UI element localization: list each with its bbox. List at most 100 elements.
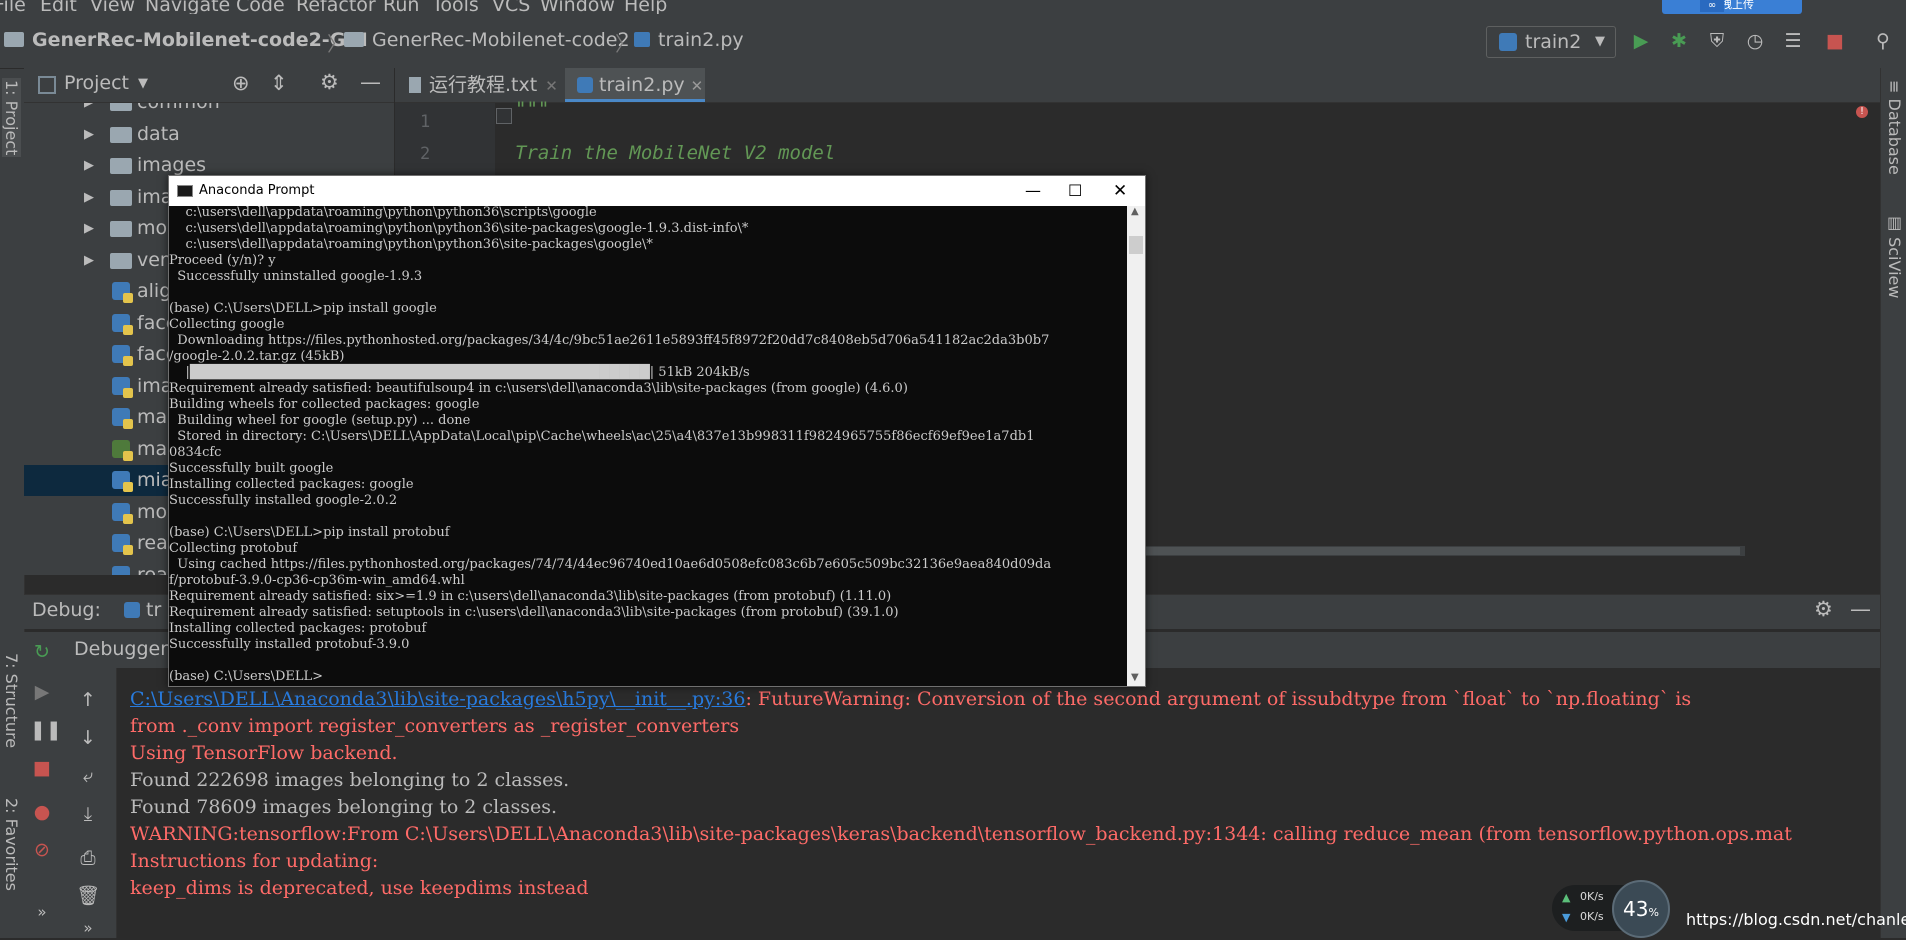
project-panel-title[interactable]: Project [64, 72, 129, 94]
more-icon[interactable]: » [76, 916, 100, 940]
scrollbar-thumb[interactable] [1129, 236, 1143, 254]
tree-item-label: common [137, 103, 220, 118]
console-file-link[interactable]: C:\Users\DELL\Anaconda3\lib\site-package… [130, 688, 745, 710]
minimize-icon[interactable]: — [1025, 176, 1041, 206]
menu-run[interactable]: Run [383, 0, 419, 14]
folder-icon [110, 103, 132, 111]
tree-item-label: data [137, 122, 180, 145]
error-icon[interactable]: ! [1856, 106, 1868, 118]
breakpoints-icon[interactable]: ● [30, 800, 54, 824]
stop-icon[interactable]: ■ [30, 756, 54, 780]
resume-icon[interactable]: ▶ [30, 680, 54, 704]
coverage-icon[interactable]: ⛨ [1706, 30, 1728, 52]
sciview-tool-tab[interactable]: ▥ SciView [1885, 213, 1904, 298]
locate-icon[interactable]: ⊕ [232, 71, 250, 95]
tab-label: train2.py [599, 74, 685, 96]
right-tool-strip: ≡ Database ▥ SciView [1880, 68, 1906, 938]
scroll-down-icon[interactable]: ↓ [76, 726, 100, 750]
sciview-icon: ▥ [1885, 213, 1904, 238]
mute-breakpoints-icon[interactable]: ⊘ [30, 838, 54, 862]
close-icon[interactable]: ✕ [1113, 176, 1127, 206]
percent-unit: % [1648, 906, 1659, 919]
concurrency-icon[interactable]: ☰ [1782, 30, 1804, 52]
search-icon[interactable]: ⚲ [1872, 30, 1894, 52]
console-line: Using TensorFlow backend. [130, 742, 398, 764]
upload-badge[interactable]: 拖拽上传 [1662, 0, 1802, 14]
rerun-icon[interactable]: ↻ [30, 640, 54, 664]
expand-arrow-icon[interactable]: ▶ [84, 150, 94, 181]
close-icon[interactable]: ✕ [545, 77, 558, 95]
soft-wrap-icon[interactable]: ⤶ [76, 764, 100, 788]
favorites-tool-tab[interactable]: 2: Favorites [2, 798, 21, 891]
expand-arrow-icon[interactable]: ▶ [84, 119, 94, 150]
menu-vcs[interactable]: VCS [492, 0, 530, 14]
debug-icon[interactable]: ✱ [1668, 30, 1690, 52]
scroll-end-icon[interactable]: ⤓ [76, 802, 100, 826]
editor-tabs: 运行教程.txt ✕ train2.py ✕ [395, 68, 1880, 103]
hide-icon[interactable]: — [1850, 597, 1871, 621]
close-icon[interactable]: ✕ [691, 77, 704, 95]
console-line: from ._conv import register_converters a… [130, 715, 740, 737]
scroll-up-arrow-icon[interactable]: ▲ [1131, 206, 1139, 217]
python-icon [1499, 33, 1517, 51]
breadcrumb-project[interactable]: GenerRec-Mobilenet-code2-GUI [4, 29, 368, 51]
pause-icon[interactable]: ❚❚ [30, 718, 62, 742]
menu-navigate[interactable]: Navigate [145, 0, 230, 14]
project-tool-tab[interactable]: 1: Project [2, 78, 21, 158]
menu-view[interactable]: View [90, 0, 135, 14]
line-number: 1 [420, 112, 431, 132]
menu-file[interactable]: File [0, 0, 26, 14]
maximize-icon[interactable]: ☐ [1068, 176, 1082, 206]
debug-config-tab[interactable]: tr [124, 599, 161, 621]
tree-item[interactable]: ▶ common [24, 103, 394, 118]
tab-tutorial-txt[interactable]: 运行教程.txt ✕ [405, 68, 563, 102]
trash-icon[interactable]: 🗑 [76, 884, 100, 908]
prompt-scrollbar[interactable]: ▲ ▼ [1127, 206, 1145, 686]
prompt-line: c:\users\dell\appdata\roaming\python\pyt… [169, 237, 653, 252]
more-icon[interactable]: » [30, 900, 54, 924]
profile-icon[interactable]: ◷ [1744, 30, 1766, 52]
console-line: C:\Users\DELL\Anaconda3\lib\site-package… [130, 688, 1691, 710]
prompt-line: Stored in directory: C:\Users\DELL\AppDa… [169, 429, 1035, 444]
prompt-console[interactable]: c:\users\dell\appdata\roaming\python\pyt… [169, 206, 1127, 686]
expand-arrow-icon[interactable]: ▶ [84, 213, 94, 244]
tab-train2-py[interactable]: train2.py ✕ [565, 68, 705, 102]
menu-code[interactable]: Code [236, 0, 285, 14]
breadcrumb-folder[interactable]: GenerRec-Mobilenet-code2 [344, 29, 630, 51]
gear-icon[interactable]: ⚙ [320, 70, 339, 94]
run-icon[interactable]: ▶ [1630, 30, 1652, 52]
expand-arrow-icon[interactable]: ▶ [84, 182, 94, 213]
python-file-icon [112, 502, 133, 524]
run-config-select[interactable]: train2 ▼ [1486, 26, 1616, 58]
menu-tools[interactable]: Tools [432, 0, 479, 14]
database-tool-label: Database [1885, 98, 1904, 175]
navigation-bar: GenerRec-Mobilenet-code2-GUI 〉 GenerRec-… [0, 14, 1906, 69]
expand-arrow-icon[interactable]: ▶ [84, 103, 94, 118]
console-line: Instructions for updating: [130, 850, 379, 872]
prompt-line: 0834cfc [169, 445, 222, 460]
stop-icon[interactable]: ■ [1824, 30, 1846, 52]
python-file-icon [112, 534, 133, 555]
tab-debugger[interactable]: Debugger [74, 638, 168, 660]
fold-icon[interactable] [496, 108, 512, 124]
anaconda-prompt-window[interactable]: Anaconda Prompt — ☐ ✕ c:\users\dell\appd… [168, 175, 1146, 687]
collapse-icon[interactable]: ⇕ [270, 71, 288, 95]
chevron-down-icon[interactable]: ▼ [138, 76, 148, 91]
tree-item[interactable]: ▶ data [24, 119, 394, 150]
scroll-up-icon[interactable]: ↑ [76, 688, 100, 712]
menu-edit[interactable]: Edit [40, 0, 77, 14]
prompt-titlebar[interactable]: Anaconda Prompt — ☐ ✕ [169, 176, 1145, 206]
print-icon[interactable]: ⎙ [76, 846, 100, 870]
breadcrumb-file[interactable]: train2.py [634, 29, 744, 51]
console-line: WARNING:tensorflow:From C:\Users\DELL\An… [130, 823, 1792, 845]
hide-icon[interactable]: — [360, 70, 381, 94]
menu-help[interactable]: Help [624, 0, 667, 14]
expand-arrow-icon[interactable]: ▶ [84, 245, 94, 276]
structure-tool-tab[interactable]: 7: Structure [2, 653, 21, 748]
speed-percent-badge[interactable]: 43% [1612, 880, 1670, 938]
gear-icon[interactable]: ⚙ [1814, 597, 1833, 621]
menu-window[interactable]: Window [540, 0, 615, 14]
database-tool-tab[interactable]: ≡ Database [1885, 80, 1904, 175]
scroll-down-arrow-icon[interactable]: ▼ [1131, 672, 1139, 683]
menu-refactor[interactable]: Refactor [296, 0, 376, 14]
